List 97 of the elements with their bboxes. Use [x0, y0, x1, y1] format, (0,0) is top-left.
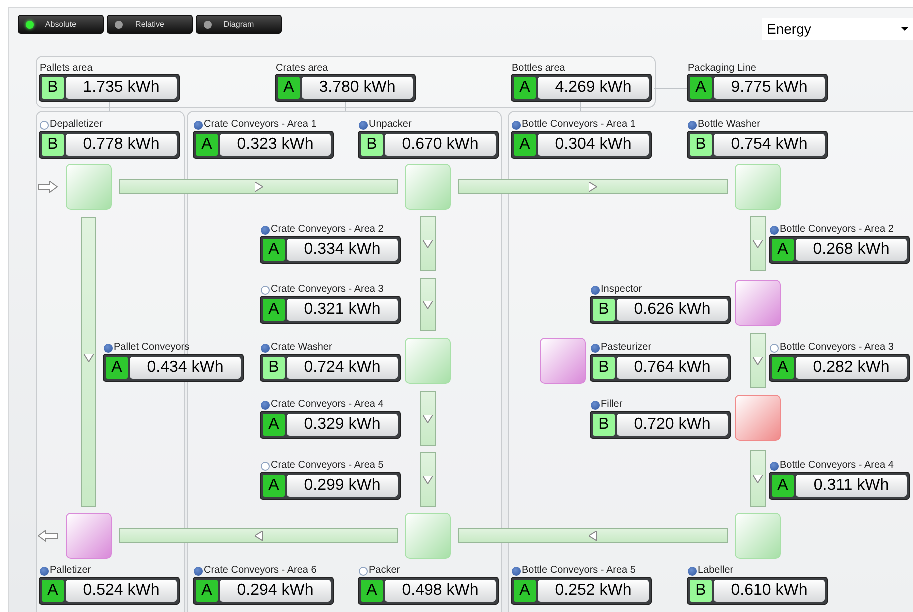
energy-reading: 9.775 kWh — [714, 77, 825, 99]
meter-label: Unpacker — [369, 119, 412, 131]
grade-badge: A — [690, 77, 712, 99]
energy-reading: 0.282 kWh — [796, 357, 907, 379]
meter-label: Labeller — [698, 565, 734, 577]
energy-reading: 0.498 kWh — [385, 580, 496, 602]
grade-badge: A — [514, 134, 536, 156]
energy-reading: 0.720 kWh — [617, 414, 728, 436]
caret-icon — [901, 27, 909, 31]
meter-label: Crates area — [276, 62, 328, 74]
energy-reading: 0.294 kWh — [220, 580, 331, 602]
grade-badge: B — [361, 134, 383, 156]
energy-reading: 0.670 kWh — [385, 134, 496, 156]
meter-label: Crate Conveyors - Area 5 — [271, 460, 384, 472]
direction-arrow-icon — [423, 414, 433, 422]
meter-label: Crate Washer — [271, 342, 332, 354]
grade-badge: A — [361, 580, 383, 602]
energy-reading: 0.778 kWh — [66, 134, 177, 156]
view-toggle-button[interactable]: Absolute — [18, 15, 104, 34]
meter-label: Packer — [369, 565, 400, 577]
energy-reading: 0.321 kWh — [287, 299, 398, 321]
view-toggle-button[interactable]: Relative — [107, 15, 193, 34]
energy-reading: 0.304 kWh — [538, 134, 649, 156]
direction-arrow-icon — [254, 530, 262, 540]
grade-badge: B — [42, 77, 64, 99]
grade-badge: A — [263, 475, 285, 497]
meter-label: Pasteurizer — [601, 342, 652, 354]
energy-reading: 0.311 kWh — [796, 475, 907, 497]
direction-arrow-icon — [84, 354, 94, 362]
meter-label: Bottle Conveyors - Area 5 — [522, 565, 636, 577]
grade-badge: B — [593, 414, 615, 436]
meter-label: Crate Conveyors - Area 6 — [204, 565, 317, 577]
grade-badge: A — [278, 77, 300, 99]
grade-badge: A — [772, 475, 794, 497]
energy-reading: 0.764 kWh — [617, 357, 728, 379]
direction-arrow-icon — [753, 240, 763, 248]
inflow-arrow-icon — [38, 181, 58, 193]
energy-reading: 0.626 kWh — [617, 299, 728, 321]
direction-arrow-icon — [254, 182, 262, 192]
meter-label: Bottles area — [512, 62, 566, 74]
grade-badge: A — [196, 134, 218, 156]
meter-label: Crate Conveyors - Area 4 — [271, 399, 384, 411]
grade-badge: A — [106, 357, 128, 379]
meter-label: Depalletizer — [50, 119, 103, 131]
energy-reading: 0.299 kWh — [287, 475, 398, 497]
grade-badge: A — [263, 239, 285, 261]
meter-label: Crate Conveyors - Area 2 — [271, 224, 384, 236]
view-toggle-button[interactable]: Diagram — [196, 15, 282, 34]
energy-reading: 0.610 kWh — [714, 580, 825, 602]
energy-reading: 0.724 kWh — [287, 357, 398, 379]
grade-badge: B — [593, 299, 615, 321]
meter-label: Inspector — [601, 284, 642, 296]
meter-label: Crate Conveyors - Area 1 — [204, 119, 317, 131]
meter-label: Packaging Line — [688, 62, 756, 74]
energy-reading: 1.735 kWh — [66, 77, 177, 99]
meter-label: Pallets area — [40, 62, 93, 74]
energy-reading: 0.754 kWh — [714, 134, 825, 156]
grade-badge: B — [690, 134, 712, 156]
grade-badge: A — [42, 580, 64, 602]
energy-reading: 3.780 kWh — [302, 77, 413, 99]
grade-badge: B — [263, 357, 285, 379]
metric-dropdown[interactable]: Energy — [762, 18, 913, 40]
direction-arrow-icon — [753, 356, 763, 364]
grade-badge: A — [514, 580, 536, 602]
direction-arrow-icon — [589, 530, 597, 540]
grade-badge: B — [593, 357, 615, 379]
grade-badge: A — [772, 357, 794, 379]
energy-reading: 0.329 kWh — [287, 414, 398, 436]
direction-arrow-icon — [753, 474, 763, 482]
direction-arrow-icon — [423, 240, 433, 248]
energy-reading: 0.334 kWh — [287, 239, 398, 261]
grade-badge: B — [690, 580, 712, 602]
meter-label: Bottle Conveyors - Area 2 — [780, 224, 894, 236]
meter-label: Pallet Conveyors — [114, 342, 190, 354]
meter-label: Bottle Conveyors - Area 1 — [522, 119, 636, 131]
meter-label: Filler — [601, 399, 623, 411]
meter-label: Palletizer — [50, 565, 92, 577]
energy-reading: 0.434 kWh — [130, 357, 241, 379]
grade-badge: A — [772, 239, 794, 261]
grade-badge: A — [263, 414, 285, 436]
meter-label: Bottle Washer — [698, 119, 760, 131]
direction-arrow-icon — [423, 300, 433, 308]
direction-arrow-icon — [589, 182, 597, 192]
energy-reading: 0.268 kWh — [796, 239, 907, 261]
energy-reading: 0.524 kWh — [66, 580, 177, 602]
energy-reading: 0.323 kWh — [220, 134, 331, 156]
meter-label: Crate Conveyors - Area 3 — [271, 284, 384, 296]
grade-badge: B — [42, 134, 64, 156]
grade-badge: A — [196, 580, 218, 602]
outflow-arrow-icon — [38, 530, 58, 542]
grade-badge: A — [514, 77, 536, 99]
energy-reading: 0.252 kWh — [538, 580, 649, 602]
energy-reading: 4.269 kWh — [538, 77, 649, 99]
meter-label: Bottle Conveyors - Area 3 — [780, 342, 894, 354]
direction-arrow-icon — [423, 476, 433, 484]
meter-label: Bottle Conveyors - Area 4 — [780, 460, 894, 472]
grade-badge: A — [263, 299, 285, 321]
